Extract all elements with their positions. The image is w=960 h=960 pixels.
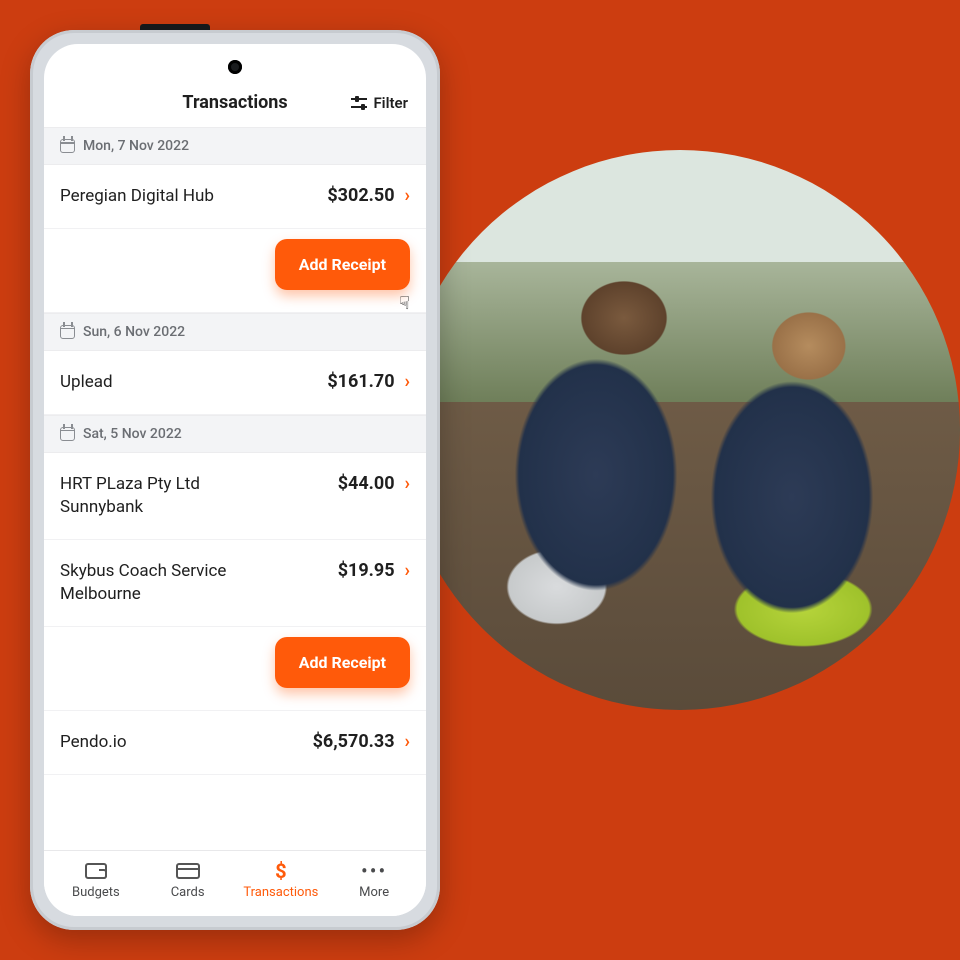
transaction-name: Uplead [60,371,113,394]
nav-label: Transactions [243,885,318,900]
phone-camera-dot [228,60,242,74]
transaction-amount: $161.70 [327,371,394,392]
nav-budgets[interactable]: Budgets [60,861,132,900]
nav-label: Budgets [72,885,120,900]
add-receipt-button[interactable]: Add Receipt [275,239,410,290]
transaction-name: HRT PLaza Pty Ltd Sunnybank [60,473,250,519]
bottom-nav: Budgets Cards $ Transactions ••• More [44,850,426,916]
chevron-right-icon: › [405,371,410,392]
date-header: Sat, 5 Nov 2022 [44,415,426,453]
calendar-icon [60,427,75,441]
transaction-row[interactable]: Peregian Digital Hub $302.50 › [44,165,426,229]
nav-cards[interactable]: Cards [152,861,224,900]
dollar-icon: $ [269,861,293,881]
cursor-icon: ☟ [399,293,410,314]
add-receipt-button[interactable]: Add Receipt [275,637,410,688]
calendar-icon [60,139,75,153]
transaction-row[interactable]: Skybus Coach Service Melbourne $19.95 › [44,540,426,627]
date-text: Mon, 7 Nov 2022 [83,138,189,154]
nav-more[interactable]: ••• More [338,861,410,900]
phone-frame: Transactions Filter Mon, 7 Nov 2022 Pereg… [30,30,440,930]
filter-sliders-icon [351,96,367,110]
transaction-row[interactable]: HRT PLaza Pty Ltd Sunnybank $44.00 › [44,453,426,540]
transaction-name: Pendo.io [60,731,127,754]
transaction-amount: $44.00 [338,473,395,494]
date-header: Mon, 7 Nov 2022 [44,127,426,165]
phone-power-button [140,24,210,30]
more-dots-icon: ••• [362,861,386,881]
transaction-name: Skybus Coach Service Melbourne [60,560,250,606]
app-header: Transactions Filter [44,44,426,127]
app-screen: Transactions Filter Mon, 7 Nov 2022 Pereg… [44,44,426,916]
date-text: Sun, 6 Nov 2022 [83,324,185,340]
nav-label: More [359,885,389,900]
receipt-button-area: Add Receipt [44,627,426,711]
transaction-name: Peregian Digital Hub [60,185,214,208]
transaction-amount: $19.95 [338,560,395,581]
transactions-list[interactable]: Mon, 7 Nov 2022 Peregian Digital Hub $302.… [44,127,426,850]
card-icon [176,861,200,881]
chevron-right-icon: › [405,731,410,752]
transaction-amount: $6,570.33 [313,731,395,752]
receipt-button-area: Add Receipt ☟ [44,229,426,313]
calendar-icon [60,325,75,339]
nav-label: Cards [171,885,205,900]
hero-photo [400,150,960,710]
chevron-right-icon: › [405,473,410,494]
nav-transactions[interactable]: $ Transactions [243,861,318,900]
filter-label: Filter [373,94,408,112]
transaction-amount: $302.50 [327,185,394,206]
transaction-row[interactable]: Uplead $161.70 › [44,351,426,415]
chevron-right-icon: › [405,560,410,581]
page-title: Transactions [182,92,287,113]
filter-button[interactable]: Filter [351,94,408,112]
date-text: Sat, 5 Nov 2022 [83,426,182,442]
date-header: Sun, 6 Nov 2022 [44,313,426,351]
wallet-icon [84,861,108,881]
transaction-row[interactable]: Pendo.io $6,570.33 › [44,711,426,775]
chevron-right-icon: › [405,185,410,206]
